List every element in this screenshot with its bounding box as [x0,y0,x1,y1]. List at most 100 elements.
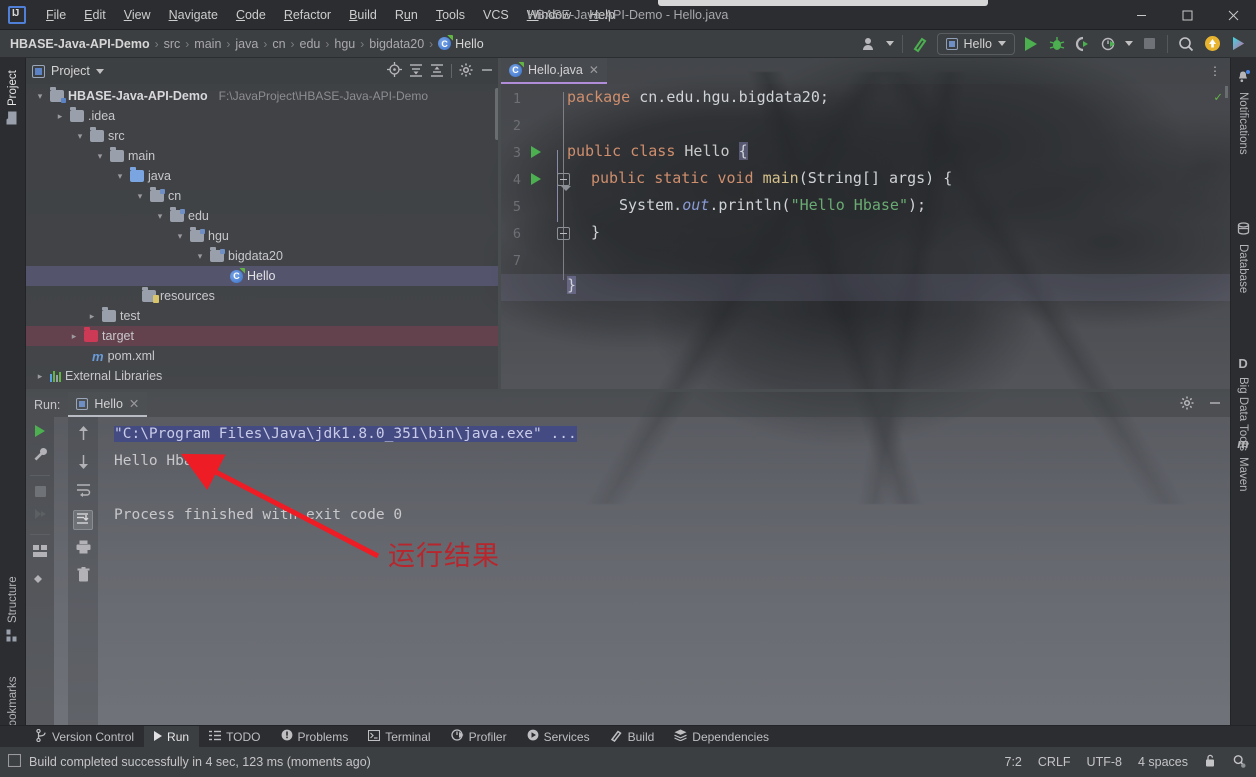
bottom-item-run[interactable]: Run [144,725,200,748]
arrow-down-icon[interactable] [77,454,90,473]
menu-item-refactor[interactable]: Refactor [276,5,339,25]
close-icon[interactable]: ✕ [129,396,139,411]
collapse-all-icon[interactable] [430,63,444,80]
menu-item-build[interactable]: Build [341,5,385,25]
search-overlay-field[interactable] [658,0,988,6]
trash-icon[interactable] [77,567,90,585]
bottom-item-services[interactable]: Services [517,726,600,748]
bottom-item-terminal[interactable]: Terminal [358,726,440,748]
chevron-right-icon[interactable] [34,371,46,382]
breadcrumb-hgu[interactable]: hgu [334,37,355,51]
account-chevron-down-icon[interactable] [885,41,894,46]
pin-icon[interactable] [33,570,47,587]
tree-node-hgu[interactable]: hgu [26,226,500,246]
inspector-icon[interactable] [1232,754,1246,771]
run-with-coverage-button[interactable] [1073,34,1093,54]
code-editor[interactable]: 1 2 3 4 5 6 7 package cn.edu.hgu.bigdata… [501,84,1230,389]
account-icon[interactable] [860,34,880,54]
gear-icon[interactable] [459,63,473,80]
chevron-down-icon[interactable] [194,251,206,262]
rerun-failed-icon[interactable] [33,507,47,524]
project-view-chevron-down-icon[interactable] [95,68,104,74]
tree-node-idea[interactable]: .idea [26,106,500,126]
updates-icon[interactable] [1202,34,1222,54]
caret-position[interactable]: 7:2 [1005,755,1022,769]
breadcrumb-project[interactable]: HBASE-Java-API-Demo [10,37,150,51]
arrow-up-icon[interactable] [77,425,90,444]
expand-all-icon[interactable] [409,63,423,80]
sidebar-item-project[interactable]: Project [0,64,26,150]
run-configuration-selector[interactable]: Hello [936,32,1015,55]
tree-node-project[interactable]: HBASE-Java-API-Demo F:\JavaProject\HBASE… [26,86,500,106]
bottom-item-build[interactable]: Build [600,726,665,748]
maximize-button[interactable] [1164,0,1210,30]
tree-node-target[interactable]: target [26,326,500,346]
tree-node-edu[interactable]: edu [26,206,500,226]
editor-gutter[interactable]: 1 2 3 4 5 6 7 [501,84,571,389]
menu-item-run[interactable]: Run [387,5,426,25]
bottom-item-problems[interactable]: Problems [271,726,359,748]
gear-icon[interactable] [1180,396,1194,413]
minimize-icon[interactable] [480,63,494,80]
chevron-right-icon[interactable] [68,331,80,342]
tree-node-bigdata20[interactable]: bigdata20 [26,246,500,266]
horizontal-splitter[interactable] [26,389,1230,392]
sidebar-item-maven[interactable]: m Maven [1230,430,1256,506]
inspection-status-icon[interactable]: ✓ [1214,90,1222,105]
menu-bar[interactable]: FFileile Edit View Navigate Code Refacto… [38,5,623,25]
tree-node-cn[interactable]: cn [26,186,500,206]
wrench-icon[interactable] [33,447,48,465]
menu-item-navigate[interactable]: Navigate [161,5,226,25]
bottom-item-dependencies[interactable]: Dependencies [664,726,779,748]
chevron-down-icon[interactable] [114,171,126,182]
console-output[interactable]: "C:\Program Files\Java\jdk1.8.0_351\bin\… [114,421,1230,733]
close-icon[interactable]: ✕ [589,63,599,77]
menu-item-window[interactable]: Window [519,5,579,25]
bottom-item-todo[interactable]: TODO [199,726,270,748]
tree-node-resources[interactable]: resources [26,286,500,306]
minimize-button[interactable] [1118,0,1164,30]
chevron-down-icon[interactable] [94,151,106,162]
breadcrumb-src[interactable]: src [164,37,181,51]
soft-wrap-icon[interactable] [76,483,91,500]
vertical-splitter[interactable] [498,58,501,389]
more-options-icon[interactable]: ⋮ [1209,64,1230,78]
stop-icon[interactable] [34,486,46,497]
run-gutter-icon[interactable] [531,173,541,185]
chevron-down-icon[interactable] [154,211,166,222]
minimize-icon[interactable] [1208,396,1222,413]
bottom-item-profiler[interactable]: Profiler [441,726,517,748]
bottom-item-version-control[interactable]: Version Control [26,726,144,748]
sidebar-item-structure[interactable]: Structure [0,570,26,660]
tree-node-external-libraries[interactable]: External Libraries [26,366,500,386]
chevron-down-icon[interactable] [174,231,186,242]
run-tab-hello[interactable]: Hello ✕ [68,392,148,417]
menu-item-help[interactable]: Help [581,5,623,25]
tree-node-hello[interactable]: C Hello [26,266,500,286]
tab-hello-java[interactable]: C Hello.java ✕ [501,58,607,84]
menu-item-view[interactable]: View [116,5,159,25]
breadcrumb-java[interactable]: java [235,37,258,51]
tree-node-pom[interactable]: m pom.xml [26,346,500,366]
ai-assistant-icon[interactable] [1228,34,1248,54]
tree-node-src[interactable]: src [26,126,500,146]
breadcrumb-bigdata20[interactable]: bigdata20 [369,37,424,51]
indent-setting[interactable]: 4 spaces [1138,755,1188,769]
file-encoding[interactable]: UTF-8 [1087,755,1122,769]
chevron-right-icon[interactable] [86,311,98,322]
run-gutter-icon[interactable] [531,146,541,158]
breadcrumb-class[interactable]: C Hello [438,37,484,51]
line-separator[interactable]: CRLF [1038,755,1071,769]
build-project-icon[interactable] [911,34,931,54]
tree-node-main[interactable]: main [26,146,500,166]
rerun-icon[interactable] [35,425,45,437]
layout-icon[interactable] [33,545,47,560]
tree-node-test[interactable]: test [26,306,500,326]
editor-scrollbar[interactable] [1225,86,1228,98]
print-icon[interactable] [76,540,91,557]
menu-item-tools[interactable]: Tools [428,5,473,25]
breadcrumb-main[interactable]: main [194,37,221,51]
sidebar-item-database[interactable]: Database [1230,216,1256,302]
profiler-button[interactable] [1099,34,1119,54]
search-icon[interactable] [1176,34,1196,54]
